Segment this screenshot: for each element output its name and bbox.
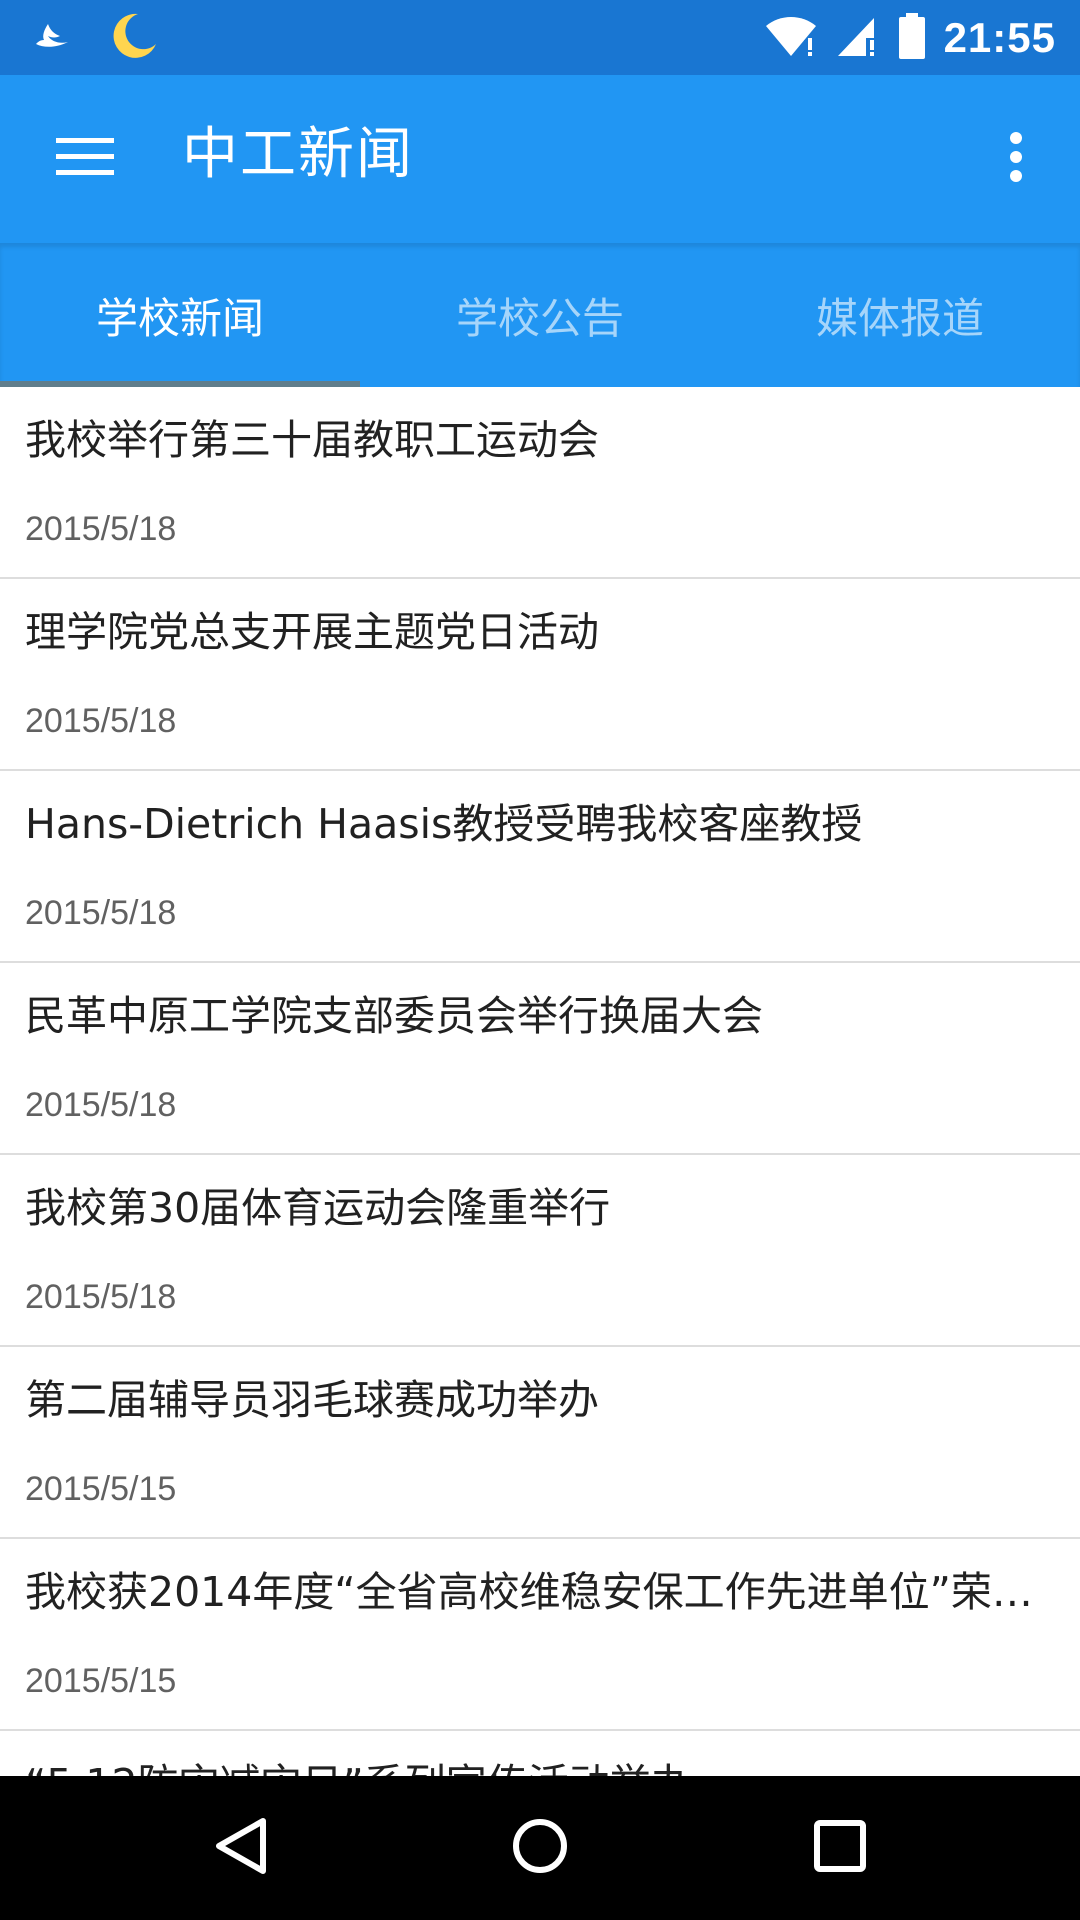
tab-bar: 学校新闻 学校公告 媒体报道 <box>0 243 1080 387</box>
news-title: 我校第30届体育运动会隆重举行 <box>25 1184 611 1232</box>
news-title: 第二届辅导员羽毛球赛成功举办 <box>25 1376 599 1424</box>
tab-school-notices[interactable]: 学校公告 <box>360 243 720 387</box>
news-title: 我校获2014年度“全省高校维稳安保工作先进单位”荣… <box>25 1568 1033 1616</box>
battery-icon <box>898 12 926 63</box>
news-item[interactable]: Hans-Dietrich Haasis教授受聘我校客座教授 2015/5/18 <box>0 771 1080 963</box>
app-title: 中工新闻 <box>182 122 414 187</box>
back-button[interactable] <box>181 1798 301 1898</box>
status-bar: 21:55 <box>0 0 1080 75</box>
bird-icon <box>30 14 74 62</box>
news-item[interactable]: 我校第30届体育运动会隆重举行 2015/5/18 <box>0 1155 1080 1347</box>
status-left <box>30 10 160 65</box>
news-title: 理学院党总支开展主题党日活动 <box>25 608 599 656</box>
news-item[interactable]: 第二届辅导员羽毛球赛成功举办 2015/5/15 <box>0 1347 1080 1539</box>
news-date: 2015/5/18 <box>25 1086 177 1124</box>
news-title: Hans-Dietrich Haasis教授受聘我校客座教授 <box>25 800 863 848</box>
menu-button[interactable] <box>40 119 130 199</box>
hamburger-menu-icon <box>56 136 114 182</box>
news-item[interactable]: 民革中原工学院支部委员会举行换届大会 2015/5/18 <box>0 963 1080 1155</box>
tab-school-news[interactable]: 学校新闻 <box>0 243 360 387</box>
home-icon <box>510 1816 570 1880</box>
news-title: “5.12防灾减灾日”系列宣传活动举办 <box>25 1757 1040 1776</box>
wifi-icon <box>764 14 818 62</box>
navigation-bar <box>0 1776 1080 1920</box>
news-list[interactable]: 我校举行第三十届教职工运动会 2015/5/18 理学院党总支开展主题党日活动 … <box>0 387 1080 1776</box>
moon-icon <box>108 10 160 66</box>
back-icon <box>211 1815 271 1881</box>
news-item[interactable]: 我校举行第三十届教职工运动会 2015/5/18 <box>0 387 1080 579</box>
tab-media-reports[interactable]: 媒体报道 <box>720 243 1080 387</box>
more-options-button[interactable] <box>986 119 1046 199</box>
news-title: 民革中原工学院支部委员会举行换届大会 <box>25 992 763 1040</box>
status-time: 21:55 <box>943 13 1056 61</box>
news-date: 2015/5/15 <box>25 1662 177 1700</box>
news-date: 2015/5/18 <box>25 702 177 740</box>
news-item[interactable]: 理学院党总支开展主题党日活动 2015/5/18 <box>0 579 1080 771</box>
news-item[interactable]: 我校获2014年度“全省高校维稳安保工作先进单位”荣… 2015/5/15 <box>0 1539 1080 1731</box>
screen: 21:55 中工新闻 学校新闻 学校公告 媒体报道 我校举行第三十届教职工运动会… <box>0 0 1080 1920</box>
status-right: 21:55 <box>764 0 1056 75</box>
news-date: 2015/5/15 <box>25 1470 177 1508</box>
recents-button[interactable] <box>780 1798 900 1898</box>
home-button[interactable] <box>480 1798 600 1898</box>
news-date: 2015/5/18 <box>25 1278 177 1316</box>
recents-icon <box>812 1818 868 1878</box>
news-date: 2015/5/18 <box>25 510 177 548</box>
news-item[interactable]: “5.12防灾减灾日”系列宣传活动举办 <box>0 1731 1080 1776</box>
more-vertical-icon <box>1008 131 1024 187</box>
news-title: 我校举行第三十届教职工运动会 <box>25 416 599 464</box>
news-date: 2015/5/18 <box>25 894 177 932</box>
signal-icon <box>836 14 880 62</box>
app-bar: 中工新闻 <box>0 75 1080 243</box>
